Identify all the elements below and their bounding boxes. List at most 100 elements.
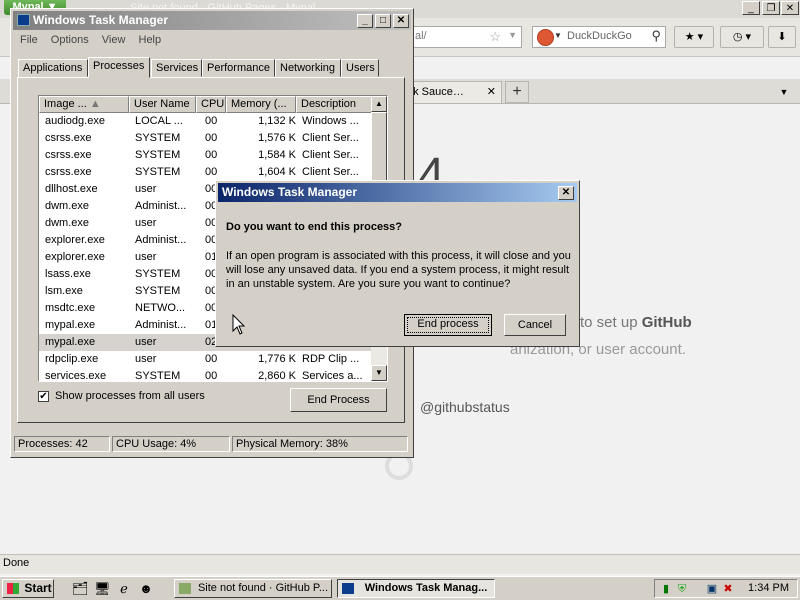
- cell-image: audiodg.exe: [45, 115, 105, 127]
- downloads-button[interactable]: ⬇: [768, 26, 796, 48]
- browser-tab[interactable]: nk Sauce… ✕: [400, 81, 502, 103]
- table-row[interactable]: rdpclip.exe user 00 1,776 K RDP Clip ...: [39, 351, 372, 368]
- cell-user: SYSTEM: [135, 285, 181, 297]
- search-placeholder: DuckDuckGo: [567, 30, 632, 42]
- cell-mem: 1,576 K: [258, 132, 296, 144]
- start-button[interactable]: Start: [2, 579, 54, 598]
- cell-user: SYSTEM: [135, 370, 181, 382]
- column-user-name[interactable]: User Name: [129, 96, 196, 113]
- cell-image: csrss.exe: [45, 149, 92, 161]
- table-row[interactable]: audiodg.exe LOCAL ... 00 1,132 K Windows ...: [39, 113, 372, 130]
- cell-cpu: 00: [205, 353, 218, 365]
- tab-services[interactable]: Services: [151, 59, 202, 77]
- menu-help[interactable]: Help: [134, 32, 167, 48]
- tab-close-icon[interactable]: ✕: [487, 85, 496, 98]
- menu-options[interactable]: Options: [46, 32, 94, 48]
- taskbar-task-taskmgr-label: Windows Task Manag...: [364, 582, 488, 594]
- quicklaunch-explorer-icon[interactable]: 🗂: [72, 581, 89, 597]
- column-description[interactable]: Description: [296, 96, 372, 113]
- cell-image: mypal.exe: [45, 336, 96, 348]
- tab-processes[interactable]: Processes: [88, 57, 150, 78]
- table-row[interactable]: csrss.exe SYSTEM 00 1,576 K Client Ser...: [39, 130, 372, 147]
- task-manager-titlebar[interactable]: Windows Task Manager _ □ ✕: [13, 11, 411, 30]
- dialog-question: Do you want to end this process?: [226, 221, 403, 233]
- cell-user: SYSTEM: [135, 149, 181, 161]
- tab-performance[interactable]: Performance: [202, 59, 275, 77]
- cell-user: LOCAL ...: [135, 115, 183, 127]
- cell-user: SYSTEM: [135, 166, 181, 178]
- search-box[interactable]: ▼ DuckDuckGo ⚲: [532, 26, 666, 48]
- cell-desc: RDP Clip ...: [302, 353, 360, 365]
- bookmark-star-icon[interactable]: ☆: [489, 29, 501, 45]
- end-process-confirm-button[interactable]: End process: [404, 314, 492, 336]
- column-image-label: Image ...: [44, 98, 87, 110]
- network-icon[interactable]: ▣: [705, 582, 719, 596]
- url-bar[interactable]: al/ ☆ ▼: [410, 26, 522, 48]
- cell-image: services.exe: [45, 370, 107, 382]
- cell-image: dwm.exe: [45, 217, 90, 229]
- volume-muted-icon[interactable]: ✖: [721, 582, 735, 596]
- history-button[interactable]: ◷ ▾: [720, 26, 764, 48]
- column-cpu[interactable]: CPU: [196, 96, 226, 113]
- close-icon[interactable]: ✕: [558, 186, 574, 200]
- security-shield-icon[interactable]: ⛨: [675, 582, 689, 596]
- quicklaunch-mypal-icon[interactable]: ☻: [138, 581, 154, 597]
- bookmarks-icon: ★ ▾: [684, 31, 704, 43]
- close-icon[interactable]: ✕: [781, 1, 799, 15]
- new-tab-button[interactable]: +: [505, 81, 529, 103]
- cell-image: lsass.exe: [45, 268, 91, 280]
- bookmarks-button[interactable]: ★ ▾: [674, 26, 714, 48]
- clock[interactable]: 1:34 PM: [748, 582, 789, 594]
- taskbar-task-taskmgr[interactable]: Windows Task Manag...: [337, 579, 495, 598]
- dialog-titlebar[interactable]: Windows Task Manager ✕: [218, 183, 577, 202]
- taskbar-task-browser[interactable]: Site not found · GitHub P...: [174, 579, 332, 598]
- tab-users[interactable]: Users: [341, 59, 379, 77]
- cell-cpu: 00: [205, 149, 218, 161]
- checkbox-check-icon[interactable]: ✔: [38, 391, 49, 402]
- quicklaunch-desktop-icon[interactable]: 🖥: [94, 581, 111, 597]
- task-manager-tray-icon[interactable]: ▮: [659, 582, 673, 596]
- minimize-icon[interactable]: _: [742, 1, 760, 15]
- task-manager-statusbar: Processes: 42 CPU Usage: 4% Physical Mem…: [12, 436, 410, 452]
- githubstatus-link[interactable]: @githubstatus: [420, 399, 510, 415]
- cell-desc: Client Ser...: [302, 149, 359, 161]
- windows-flag-icon: [7, 583, 19, 594]
- column-image[interactable]: Image ... ▲: [39, 96, 129, 113]
- duckduckgo-icon: [537, 29, 554, 46]
- browser-statusbar: Done: [0, 554, 800, 574]
- cell-cpu: 00: [205, 166, 218, 178]
- cell-image: lsm.exe: [45, 285, 83, 297]
- cell-user: SYSTEM: [135, 132, 181, 144]
- close-icon[interactable]: ✕: [393, 14, 409, 28]
- chevron-down-icon[interactable]: ▼: [508, 30, 517, 40]
- scroll-down-icon[interactable]: ▼: [371, 365, 387, 381]
- table-row[interactable]: csrss.exe SYSTEM 00 1,604 K Client Ser...: [39, 164, 372, 181]
- show-all-processes-label[interactable]: Show processes from all users: [55, 390, 205, 402]
- table-row[interactable]: services.exe SYSTEM 00 2,860 K Services a...: [39, 368, 372, 382]
- restore-icon[interactable]: ❐: [762, 1, 780, 15]
- cell-mem: 1,132 K: [258, 115, 296, 127]
- cell-user: SYSTEM: [135, 268, 181, 280]
- chevron-down-icon[interactable]: ▼: [554, 31, 562, 40]
- cell-image: dwm.exe: [45, 200, 90, 212]
- cell-user: user: [135, 217, 157, 229]
- maximize-icon[interactable]: □: [375, 14, 391, 28]
- quicklaunch-ie-icon[interactable]: ℯ: [116, 581, 132, 597]
- cell-mem: 1,604 K: [258, 166, 296, 178]
- end-process-button[interactable]: End Process: [290, 388, 387, 412]
- menu-file[interactable]: File: [15, 32, 43, 48]
- minimize-icon[interactable]: _: [357, 14, 373, 28]
- cell-mem: 1,584 K: [258, 149, 296, 161]
- cancel-button[interactable]: Cancel: [504, 314, 566, 336]
- menu-view[interactable]: View: [97, 32, 131, 48]
- column-memory[interactable]: Memory (...: [226, 96, 296, 113]
- cell-image: dllhost.exe: [45, 183, 98, 195]
- page-text-1-bold: GitHub: [641, 314, 692, 331]
- system-tray: ▮ ⛨ ▣ ✖ 1:34 PM: [654, 579, 798, 598]
- scroll-up-icon[interactable]: ▲: [371, 96, 387, 112]
- table-row[interactable]: csrss.exe SYSTEM 00 1,584 K Client Ser...: [39, 147, 372, 164]
- tab-applications[interactable]: Applications: [18, 59, 88, 77]
- search-icon[interactable]: ⚲: [651, 28, 661, 44]
- tab-networking[interactable]: Networking: [275, 59, 341, 77]
- tab-list-chevron-icon[interactable]: ▼: [772, 81, 796, 103]
